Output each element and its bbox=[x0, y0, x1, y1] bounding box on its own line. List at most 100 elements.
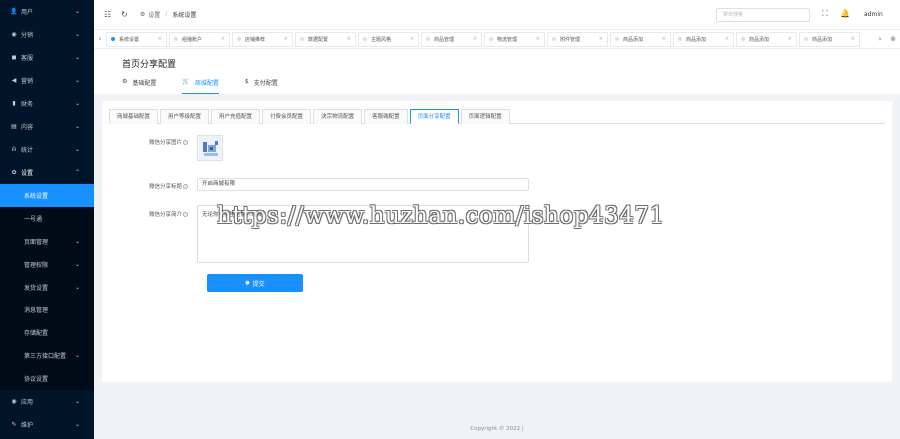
share-image-label: 微信分享图片? bbox=[148, 140, 188, 146]
tab-status-dot bbox=[804, 37, 808, 41]
sidebar-item-settings[interactable]: ✿ 设置 ⌃ bbox=[0, 161, 94, 184]
open-tab[interactable]: 系统设置 × bbox=[106, 31, 167, 47]
submenu-item[interactable]: 发货设置 ⌄ bbox=[0, 276, 94, 299]
submenu-item[interactable]: 页面管理 ⌄ bbox=[0, 230, 94, 253]
close-icon[interactable]: × bbox=[788, 36, 792, 42]
sidebar-item-finance[interactable]: ▮ 财务 ⌄ bbox=[0, 92, 94, 115]
customer-service-icon: ◼ bbox=[11, 54, 17, 61]
open-tab[interactable]: 商品管理 × bbox=[421, 31, 482, 47]
open-tab[interactable]: 商品添加 × bbox=[736, 31, 797, 47]
close-icon[interactable]: × bbox=[284, 36, 288, 42]
chevron-down-icon: ⌄ bbox=[74, 398, 80, 406]
config-subtab[interactable]: 客服端配置 bbox=[364, 109, 408, 124]
open-tab[interactable]: 主题风格 × bbox=[358, 31, 419, 47]
open-tab[interactable]: 附件管理 × bbox=[547, 31, 608, 47]
tab-status-dot bbox=[615, 37, 619, 41]
share-desc-label: 微信分享简介? bbox=[148, 212, 188, 218]
submenu-item[interactable]: 存储配置 bbox=[0, 321, 94, 344]
page-tab[interactable]: ⚙ 基础配置 bbox=[122, 78, 156, 94]
submenu-item-label: 系统设置 bbox=[24, 192, 49, 200]
submenu-item-label: 消息管理 bbox=[24, 307, 49, 315]
help-icon: ? bbox=[183, 212, 188, 217]
submenu-item[interactable]: 协议设置 bbox=[0, 367, 94, 390]
submenu-item-label: 页面管理 bbox=[24, 238, 49, 246]
config-subtab[interactable]: 商城基础配置 bbox=[109, 109, 159, 124]
chevron-down-icon: ⌄ bbox=[74, 237, 80, 245]
share-image-upload[interactable] bbox=[197, 135, 223, 161]
open-tab[interactable]: 商品添加 × bbox=[673, 31, 734, 47]
submenu-item-label: 发货设置 bbox=[24, 284, 49, 292]
submit-button[interactable]: ● 提交 bbox=[207, 274, 303, 292]
config-subtab[interactable]: 用户等级配置 bbox=[160, 109, 210, 124]
sidebar-item-stats[interactable]: ılı 统计 ⌄ bbox=[0, 138, 94, 161]
close-icon[interactable]: × bbox=[158, 36, 162, 42]
open-tab[interactable]: 商品添加 × bbox=[799, 31, 860, 47]
bell-icon[interactable]: 🔔 bbox=[840, 9, 850, 18]
config-subtab[interactable]: 页面逻辑配置 bbox=[460, 109, 510, 124]
submenu-item-label: 第三方接口配置 bbox=[24, 353, 67, 361]
sidebar-item-content[interactable]: ▤ 内容 ⌄ bbox=[0, 115, 94, 138]
close-icon[interactable]: × bbox=[851, 36, 855, 42]
close-icon[interactable]: × bbox=[410, 36, 414, 42]
close-icon[interactable]: × bbox=[725, 36, 729, 42]
config-subtab[interactable]: 付费会员配置 bbox=[262, 109, 312, 124]
sidebar: 👤 用户 ⌄ ◉ 分销 ⌄ ◼ 客服 ⌄ ◀ 营销 ⌄ ▮ 财务 ⌄ ▤ 内容 ⌄ ılı 统计 ⌄ ✿ 设置 ⌃ 系统设置一… bbox=[0, 0, 94, 439]
gear-icon: ⚙ bbox=[122, 78, 128, 85]
tab-status-dot bbox=[426, 37, 430, 41]
close-icon[interactable]: × bbox=[473, 36, 477, 42]
image-icon bbox=[198, 136, 222, 160]
tab-status-dot bbox=[489, 37, 493, 41]
page-tab[interactable]: 🛒 商城配置 bbox=[182, 78, 219, 94]
open-tab[interactable]: 商品添加 × bbox=[610, 31, 671, 47]
submenu-item[interactable]: 消息管理 bbox=[0, 298, 94, 321]
menu-toggle-icon[interactable]: ☷ bbox=[104, 10, 111, 19]
menu-search-input[interactable]: 菜单搜索 bbox=[716, 8, 810, 22]
close-icon[interactable]: × bbox=[662, 36, 666, 42]
config-subtabs: 商城基础配置 用户等级配置 用户充值配置 付费会员配置 決宗物流配置 客服端配置 页面分享配… bbox=[109, 109, 885, 124]
sidebar-item-label: 财务 bbox=[21, 101, 34, 108]
sidebar-item-app[interactable]: ◉ 应用 ⌄ bbox=[0, 390, 94, 413]
close-all-icon[interactable]: ⊗ bbox=[886, 35, 900, 43]
open-tab[interactable]: 数据配置 × bbox=[295, 31, 356, 47]
open-tab[interactable]: 物流管理 × bbox=[484, 31, 545, 47]
submenu-item-label: 协议设置 bbox=[24, 376, 49, 384]
chevron-right-icon[interactable]: › bbox=[874, 35, 886, 43]
open-tab-label: 附件管理 bbox=[560, 36, 581, 43]
refresh-icon[interactable]: ↻ bbox=[121, 10, 128, 19]
close-icon[interactable]: × bbox=[599, 36, 603, 42]
content-icon: ▤ bbox=[11, 123, 17, 130]
close-icon[interactable]: × bbox=[536, 36, 540, 42]
chevron-down-icon: ⌄ bbox=[74, 146, 80, 153]
sidebar-item-label: 应用 bbox=[21, 399, 34, 407]
share-desc-textarea[interactable]: 无论你在哪里这家人线阁! bbox=[197, 205, 529, 263]
submenu-item[interactable]: 系统设置 bbox=[0, 184, 94, 207]
sidebar-item-label: 内容 bbox=[21, 124, 34, 131]
footer-copyright: Copyright © 2022 | bbox=[470, 426, 524, 432]
submenu-item[interactable]: 管理权限 ⌄ bbox=[0, 253, 94, 276]
submenu-item[interactable]: 第三方接口配置 ⌄ bbox=[0, 344, 94, 367]
sidebar-item-marketing[interactable]: ◀ 营销 ⌄ bbox=[0, 69, 94, 92]
submenu-item[interactable]: 一号通 bbox=[0, 207, 94, 230]
page-tab[interactable]: $ 支付配置 bbox=[245, 78, 278, 94]
page-header: 首页分享配置 ⚙ 基础配置 🛒 商城配置 $ 支付配置 bbox=[94, 49, 900, 94]
open-tab-label: 商品添加 bbox=[686, 36, 707, 43]
sidebar-item-user[interactable]: 👤 用户 ⌄ bbox=[0, 0, 94, 23]
close-icon[interactable]: × bbox=[221, 36, 225, 42]
chevron-left-icon[interactable]: ‹ bbox=[94, 35, 106, 43]
chevron-down-icon: ⌄ bbox=[74, 352, 80, 360]
breadcrumb-root[interactable]: 设置 bbox=[148, 10, 160, 19]
config-subtab[interactable]: 決宗物流配置 bbox=[313, 109, 363, 124]
close-icon[interactable]: × bbox=[347, 36, 351, 42]
config-subtab[interactable]: 用户充值配置 bbox=[211, 109, 261, 124]
config-subtab[interactable]: 页面分享配置 bbox=[409, 109, 459, 124]
user-name[interactable]: admin bbox=[864, 11, 883, 18]
open-tab[interactable]: 店铺推荐 × bbox=[232, 31, 293, 47]
fullscreen-icon[interactable]: ⛶ bbox=[822, 9, 828, 19]
sidebar-item-distribution[interactable]: ◉ 分销 ⌄ bbox=[0, 23, 94, 46]
open-tab-label: 商品添加 bbox=[749, 36, 770, 43]
chevron-down-icon: ⌄ bbox=[74, 31, 80, 38]
share-title-input[interactable]: 开启商城有限 bbox=[197, 178, 529, 191]
open-tab[interactable]: 组播账户 × bbox=[169, 31, 230, 47]
sidebar-item-maintenance[interactable]: ✎ 维护 ⌄ bbox=[0, 413, 94, 436]
sidebar-item-customer-service[interactable]: ◼ 客服 ⌄ bbox=[0, 46, 94, 69]
